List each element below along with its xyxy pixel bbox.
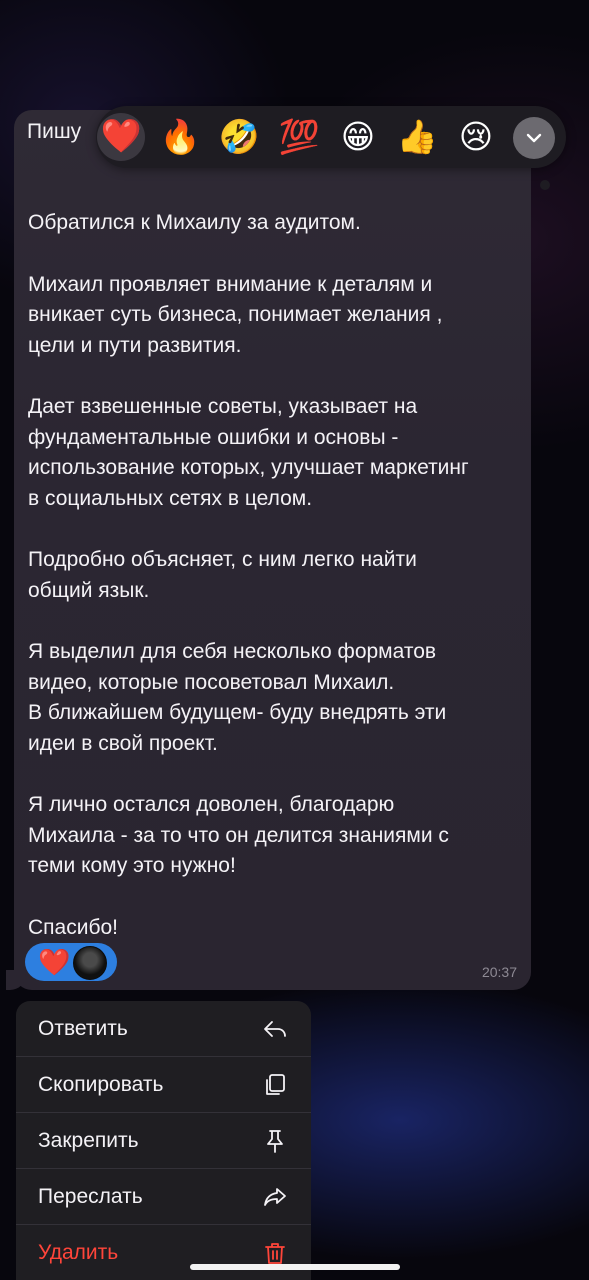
- message-line: идеи в свой проект.: [28, 731, 218, 755]
- message-line: цели и пути развития.: [28, 333, 242, 357]
- menu-item-pin[interactable]: Закрепить: [16, 1113, 311, 1169]
- message-line: общий язык.: [28, 578, 150, 602]
- message-line: видео, которые посоветовал Михаил.: [28, 670, 395, 694]
- reactor-avatar: [73, 946, 107, 980]
- message-line: Я выделил для себя несколько форматов: [28, 640, 437, 663]
- reaction-pill-heart: ❤️: [38, 947, 71, 977]
- menu-item-forward[interactable]: Переслать: [16, 1169, 311, 1225]
- message-line: Дает взвешенные советы, указывает на: [28, 395, 418, 418]
- reaction-fire-button[interactable]: 🔥: [156, 114, 204, 160]
- trash-icon: [265, 1243, 285, 1264]
- reaction-thumbs-up-button[interactable]: 👍: [393, 114, 441, 160]
- message-line: Я лично остался доволен, благодарю: [28, 793, 395, 816]
- message-text: Обратился к Михаилу за аудитом. Михаил п…: [28, 208, 518, 943]
- message-line: Михаил проявляет внимание к деталям и: [28, 272, 433, 296]
- reply-icon: [264, 1020, 286, 1037]
- reaction-rofl-button[interactable]: 🤣: [215, 114, 263, 160]
- menu-item-label: Удалить: [38, 1241, 119, 1264]
- message-line: использование которых, улучшает маркетин…: [28, 456, 469, 479]
- more-reactions-button[interactable]: [513, 117, 555, 159]
- message-line: Михаила - за то что он делится знаниями …: [28, 823, 449, 847]
- message-line: вникает суть бизнеса, понимает желания ,: [28, 303, 443, 326]
- menu-item-label: Скопировать: [38, 1072, 164, 1096]
- pin-icon: [267, 1129, 283, 1153]
- message-line: Обратился к Михаилу за аудитом.: [28, 211, 361, 234]
- menu-item-reply[interactable]: Ответить: [16, 1001, 311, 1057]
- reaction-grin-button[interactable]: 😁: [334, 114, 382, 160]
- reaction-bar-tail: [540, 180, 550, 190]
- message-line: в социальных сетях в целом.: [28, 486, 313, 510]
- context-menu: Ответить Скопировать Закрепить Переслать…: [16, 1001, 311, 1280]
- menu-item-delete[interactable]: Удалить: [16, 1225, 311, 1280]
- menu-item-label: Ответить: [38, 1016, 128, 1040]
- sender-name: Пишу: [27, 120, 82, 143]
- menu-item-label: Закрепить: [38, 1128, 139, 1152]
- message-line: Подробно объясняет, с ним легко найти: [28, 548, 417, 571]
- reaction-heart-button[interactable]: ❤️: [97, 113, 145, 161]
- forward-icon: [264, 1187, 286, 1206]
- reaction-crying-button[interactable]: 😢: [452, 114, 500, 160]
- message-line: теми кому это нужно!: [28, 854, 236, 877]
- menu-item-copy[interactable]: Скопировать: [16, 1057, 311, 1113]
- message-line: В ближайшем будущем- буду внедрять эти: [28, 701, 447, 724]
- message-line: Спасибо!: [28, 915, 118, 939]
- home-indicator[interactable]: [190, 1264, 400, 1270]
- menu-item-label: Переслать: [38, 1184, 143, 1208]
- chevron-down-icon: [526, 133, 542, 143]
- reaction-hundred-button[interactable]: 💯: [275, 114, 323, 160]
- copy-icon: [266, 1073, 285, 1095]
- message-line: фундаментальные ошибки и основы -: [28, 425, 399, 449]
- message-time: 20:37: [481, 964, 517, 980]
